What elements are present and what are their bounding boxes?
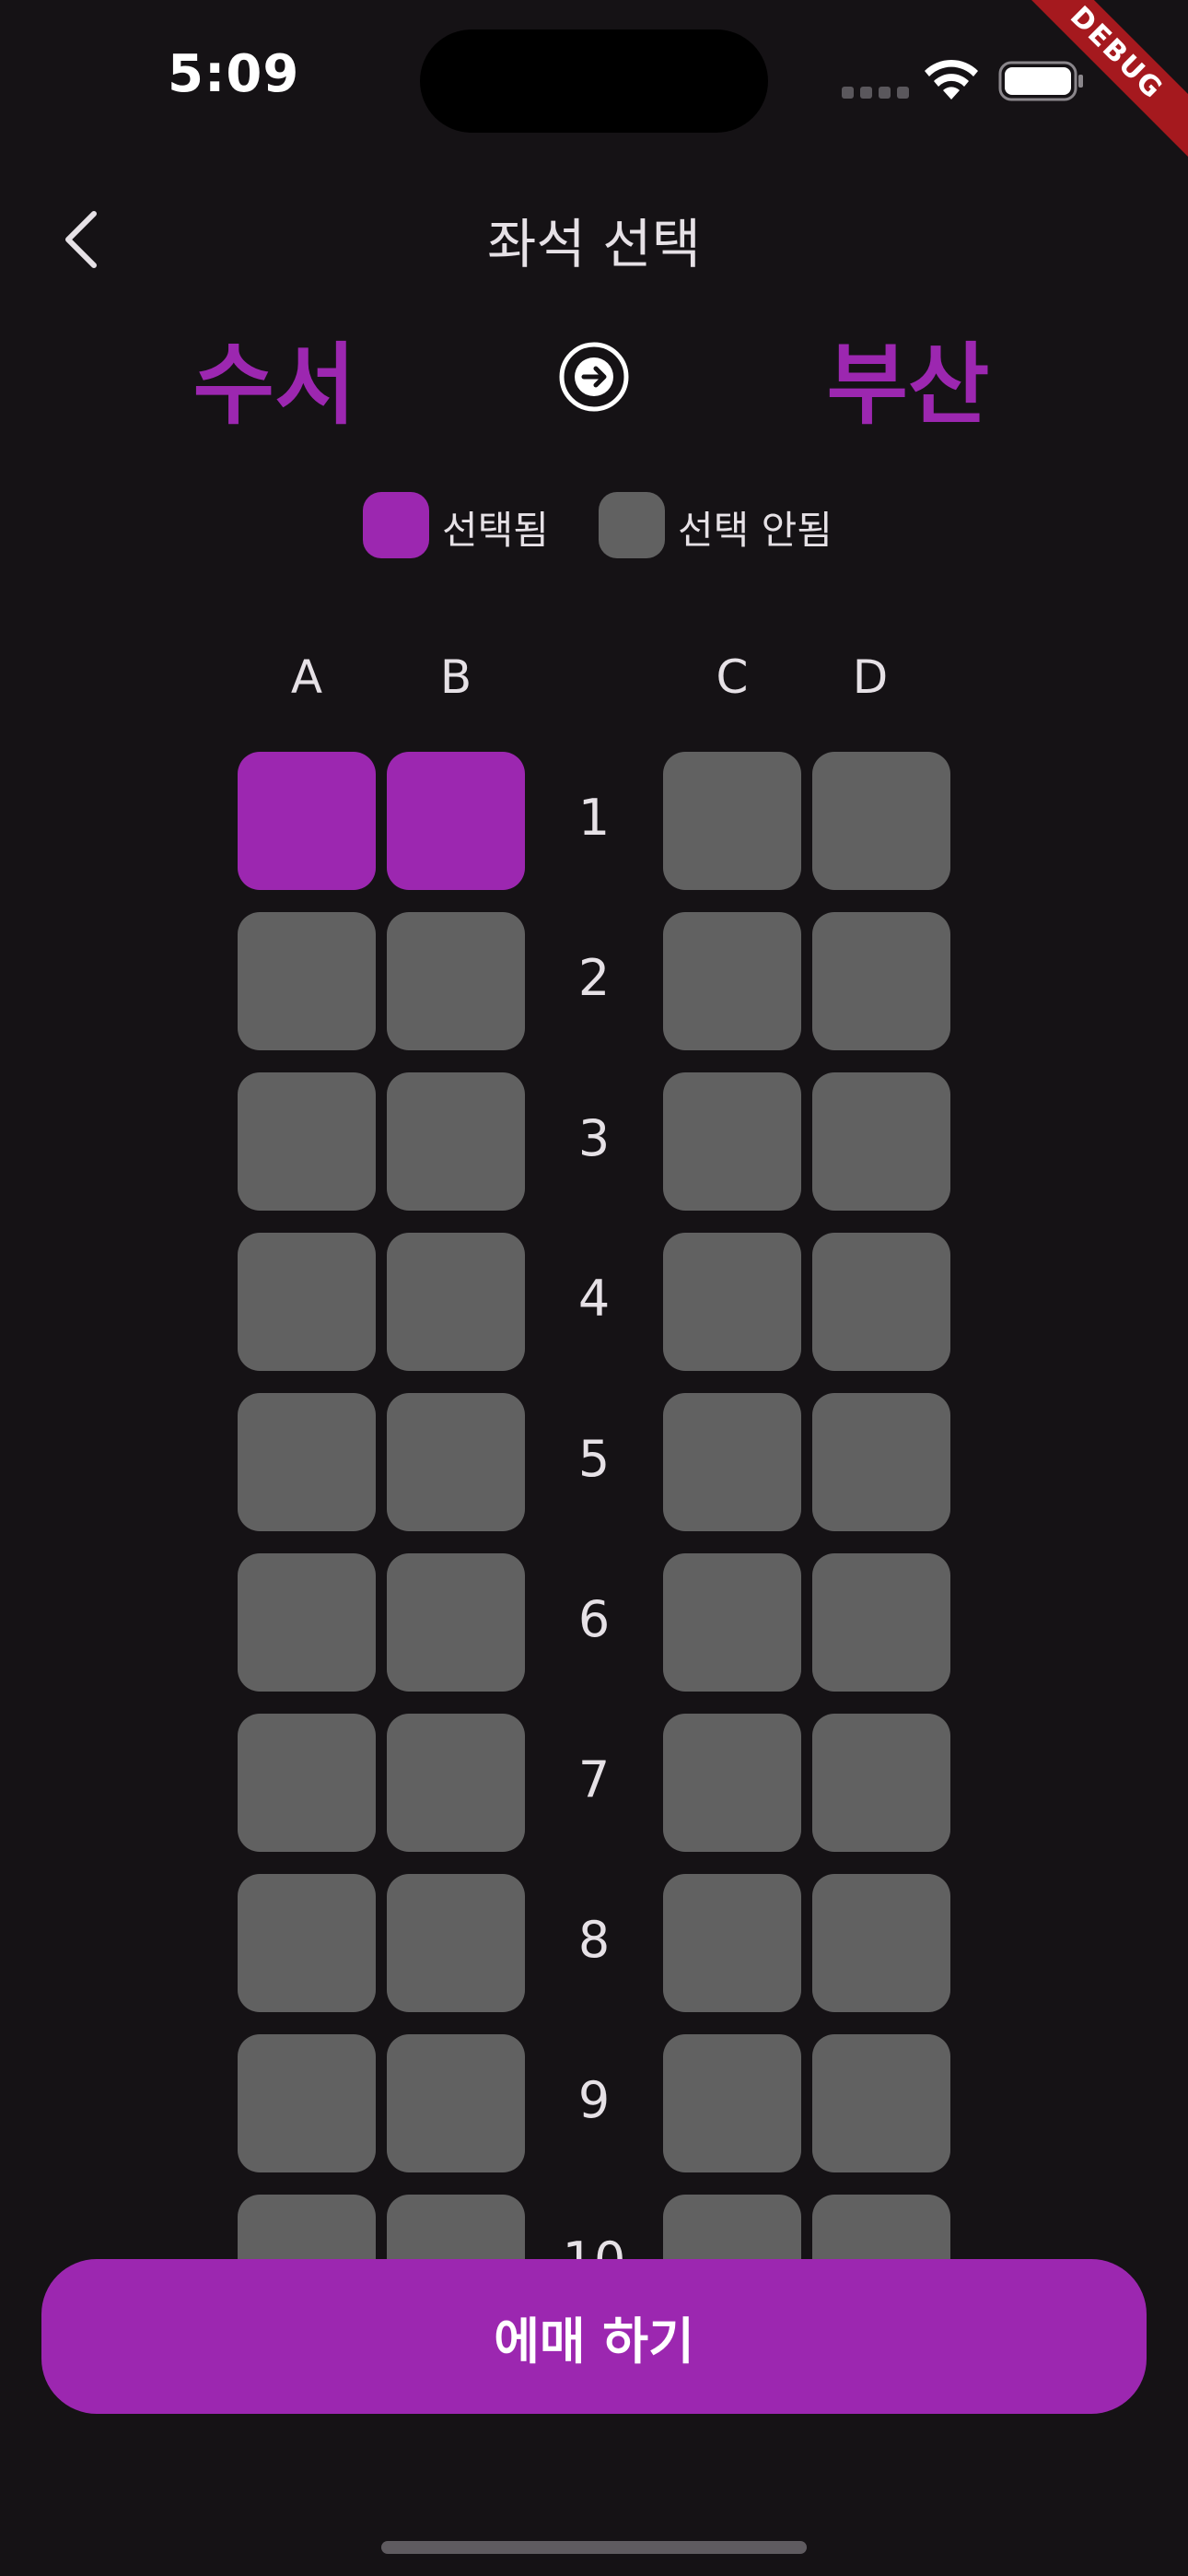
seat-row: 2 bbox=[0, 897, 1188, 1058]
home-indicator bbox=[381, 2541, 807, 2554]
seat-row: 1 bbox=[0, 737, 1188, 897]
arrival-station: 부산 bbox=[826, 334, 990, 437]
seat-d9[interactable] bbox=[812, 2034, 950, 2172]
seat-a3[interactable] bbox=[238, 1072, 376, 1211]
row-number: 8 bbox=[577, 1911, 611, 1969]
seat-b6[interactable] bbox=[387, 1553, 525, 1692]
seat-d8[interactable] bbox=[812, 1874, 950, 2012]
row-number: 5 bbox=[577, 1430, 611, 1488]
legend-selected-swatch bbox=[363, 492, 429, 558]
seat-row: 9 bbox=[0, 2020, 1188, 2180]
column-header-d: D bbox=[852, 650, 889, 704]
seat-a5[interactable] bbox=[238, 1393, 376, 1531]
seat-b5[interactable] bbox=[387, 1393, 525, 1531]
battery-icon bbox=[998, 61, 1083, 101]
status-bar: 5:09 bbox=[0, 0, 1188, 157]
seat-c3[interactable] bbox=[663, 1072, 801, 1211]
seat-c1[interactable] bbox=[663, 752, 801, 890]
row-number: 4 bbox=[577, 1270, 611, 1328]
seat-d4[interactable] bbox=[812, 1233, 950, 1371]
seat-a4[interactable] bbox=[238, 1233, 376, 1371]
row-number: 2 bbox=[577, 949, 611, 1007]
row-number: 9 bbox=[577, 2071, 611, 2129]
seat-legend: 선택됨 선택 안됨 bbox=[0, 490, 1188, 564]
row-number: 7 bbox=[577, 1751, 611, 1809]
seat-row: 7 bbox=[0, 1699, 1188, 1859]
seat-c5[interactable] bbox=[663, 1393, 801, 1531]
seat-b10[interactable] bbox=[387, 2195, 525, 2261]
seat-a2[interactable] bbox=[238, 912, 376, 1050]
column-header-c: C bbox=[716, 650, 749, 704]
seat-row: 3 bbox=[0, 1058, 1188, 1218]
seat-d7[interactable] bbox=[812, 1714, 950, 1852]
seat-b4[interactable] bbox=[387, 1233, 525, 1371]
column-header-b: B bbox=[439, 650, 472, 704]
app-bar: 좌석 선택 bbox=[0, 184, 1188, 295]
seat-a9[interactable] bbox=[238, 2034, 376, 2172]
seat-b3[interactable] bbox=[387, 1072, 525, 1211]
departure-station: 수서 bbox=[192, 334, 356, 437]
dynamic-island bbox=[420, 29, 768, 133]
seat-grid: 1 2 3 4 5 6 7 8 9 10 bbox=[0, 737, 1188, 2261]
seat-c9[interactable] bbox=[663, 2034, 801, 2172]
seat-row: 8 bbox=[0, 1859, 1188, 2020]
row-number: 6 bbox=[577, 1590, 611, 1648]
seat-row: 6 bbox=[0, 1539, 1188, 1699]
legend-unselected-swatch bbox=[599, 492, 665, 558]
seat-row: 5 bbox=[0, 1378, 1188, 1539]
seat-row: 4 bbox=[0, 1218, 1188, 1378]
seat-c6[interactable] bbox=[663, 1553, 801, 1692]
seat-d6[interactable] bbox=[812, 1553, 950, 1692]
page-title: 좌석 선택 bbox=[487, 213, 701, 275]
seat-d10[interactable] bbox=[812, 2195, 950, 2261]
seat-a1[interactable] bbox=[238, 752, 376, 890]
seat-b9[interactable] bbox=[387, 2034, 525, 2172]
arrow-circle-right-icon bbox=[559, 342, 629, 412]
seat-b8[interactable] bbox=[387, 1874, 525, 2012]
seat-a10[interactable] bbox=[238, 2195, 376, 2261]
seat-c2[interactable] bbox=[663, 912, 801, 1050]
seat-d2[interactable] bbox=[812, 912, 950, 1050]
wifi-icon bbox=[925, 59, 978, 100]
seat-b1[interactable] bbox=[387, 752, 525, 890]
seat-a8[interactable] bbox=[238, 1874, 376, 2012]
row-number: 10 bbox=[562, 2231, 626, 2261]
seat-c8[interactable] bbox=[663, 1874, 801, 2012]
seat-a6[interactable] bbox=[238, 1553, 376, 1692]
seat-d3[interactable] bbox=[812, 1072, 950, 1211]
cellular-signal-icon bbox=[842, 87, 909, 99]
legend-unselected-label: 선택 안됨 bbox=[678, 508, 833, 553]
seat-d1[interactable] bbox=[812, 752, 950, 890]
route-header: 수서 부산 bbox=[0, 304, 1188, 451]
row-number: 1 bbox=[577, 789, 611, 847]
seat-row: 10 bbox=[0, 2180, 1188, 2261]
seat-a7[interactable] bbox=[238, 1714, 376, 1852]
seat-c10[interactable] bbox=[663, 2195, 801, 2261]
legend-selected-label: 선택됨 bbox=[442, 508, 549, 553]
row-number: 3 bbox=[577, 1109, 611, 1167]
column-header-a: A bbox=[290, 650, 323, 704]
status-time: 5:09 bbox=[168, 44, 300, 104]
seat-b7[interactable] bbox=[387, 1714, 525, 1852]
seat-c7[interactable] bbox=[663, 1714, 801, 1852]
seat-d5[interactable] bbox=[812, 1393, 950, 1531]
seat-b2[interactable] bbox=[387, 912, 525, 1050]
book-button[interactable]: 에매 하기 bbox=[41, 2259, 1147, 2414]
seat-c4[interactable] bbox=[663, 1233, 801, 1371]
